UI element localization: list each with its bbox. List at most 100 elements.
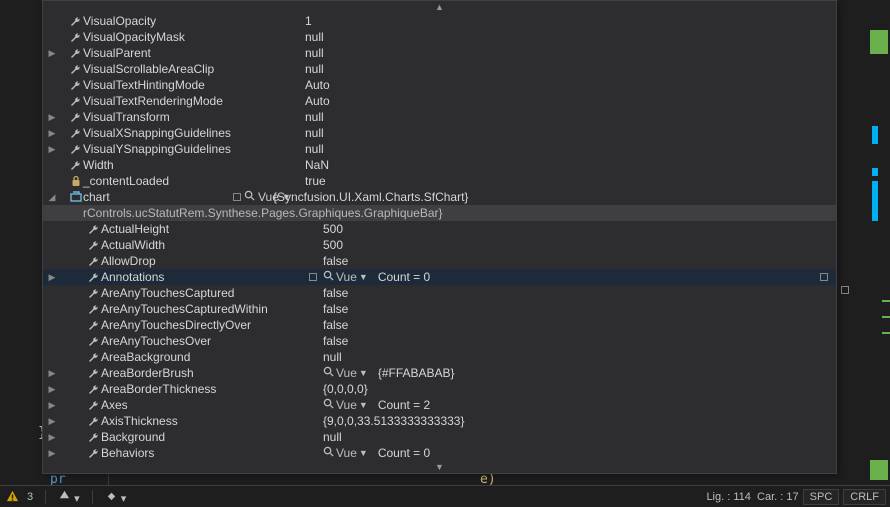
wrench-icon (87, 367, 101, 379)
property-row[interactable]: ▶Behaviors Vue ▼Count = 0 (43, 445, 836, 461)
property-row[interactable]: AllowDropfalse (43, 253, 836, 269)
gutter-mark (872, 168, 878, 176)
property-name: VisualTextRenderingMode (83, 94, 223, 108)
expander-icon[interactable]: ▶ (47, 48, 57, 59)
wrench-icon (69, 159, 83, 171)
wrench-icon (69, 111, 83, 123)
pin-icon[interactable] (309, 273, 317, 281)
wrench-icon (87, 351, 101, 363)
wrench-icon (69, 47, 83, 59)
vue-label[interactable]: Vue (336, 270, 357, 284)
overview-ruler[interactable] (868, 0, 890, 485)
expander-icon[interactable]: ▶ (47, 128, 57, 139)
line-ending-indicator[interactable]: CRLF (843, 489, 886, 505)
wrench-icon (87, 335, 101, 347)
property-value: Count = 2 (378, 398, 430, 412)
expander-icon[interactable]: ▶ (47, 384, 57, 395)
property-row[interactable]: AreAnyTouchesOverfalse (43, 333, 836, 349)
magnifier-icon[interactable] (323, 398, 334, 412)
property-row[interactable]: VisualTextHintingModeAuto (43, 77, 836, 93)
property-value: null (305, 46, 324, 60)
property-name: Annotations (101, 270, 164, 284)
wrench-icon (69, 31, 83, 43)
property-name: Axes (101, 398, 128, 412)
vue-label[interactable]: Vue (336, 366, 357, 380)
wrench-icon (87, 239, 101, 251)
dropdown-caret-icon[interactable]: ▼ (359, 448, 368, 458)
property-row-chart[interactable]: ◢ chart Vue ▼ {Syncfusion.UI.Xaml.Charts… (43, 189, 836, 205)
property-row[interactable]: ▶VisualParentnull (43, 45, 836, 61)
expander-icon[interactable]: ◢ (47, 192, 57, 203)
expander-icon[interactable]: ▶ (47, 448, 57, 459)
expander-icon[interactable]: ▶ (47, 432, 57, 443)
property-row[interactable]: ▶AreaBorderThickness{0,0,0,0} (43, 381, 836, 397)
property-name: AreAnyTouchesDirectlyOver (101, 318, 251, 332)
expand-snippet-icon[interactable] (841, 286, 849, 294)
property-row[interactable]: _contentLoadedtrue (43, 173, 836, 189)
property-name: VisualTransform (83, 110, 170, 124)
wrench-icon (69, 143, 83, 155)
property-row[interactable]: ▶VisualTransformnull (43, 109, 836, 125)
indentation-indicator[interactable]: SPC (803, 489, 840, 505)
build-tool-button[interactable]: ▾ (105, 489, 127, 505)
property-value: Auto (305, 94, 330, 108)
expander-icon[interactable]: ▶ (47, 144, 57, 155)
expander-icon[interactable]: ▶ (47, 272, 57, 283)
scroll-up-arrow[interactable]: ▲ (43, 1, 836, 13)
property-value: Count = 0 (378, 446, 430, 460)
expander-icon[interactable]: ▶ (47, 400, 57, 411)
expander-icon[interactable]: ▶ (47, 112, 57, 123)
magnifier-icon[interactable] (323, 446, 334, 460)
line-label: Lig. : (706, 491, 730, 503)
pin-icon[interactable] (233, 193, 241, 201)
separator (45, 490, 46, 504)
property-row[interactable]: ▶Annotations Vue ▼Count = 0 (43, 269, 836, 285)
separator (92, 490, 93, 504)
property-name: AllowDrop (101, 254, 156, 268)
property-row[interactable]: AreAnyTouchesDirectlyOverfalse (43, 317, 836, 333)
property-row[interactable]: ▶AreaBorderBrush Vue ▼{#FFABABAB} (43, 365, 836, 381)
line-endings-button[interactable]: ▾ (58, 489, 80, 505)
property-row[interactable]: AreaBackgroundnull (43, 349, 836, 365)
property-row[interactable]: VisualScrollableAreaClipnull (43, 61, 836, 77)
expander-icon[interactable]: ▶ (47, 368, 57, 379)
expander-icon[interactable]: ▶ (47, 416, 57, 427)
property-row[interactable]: AreAnyTouchesCapturedfalse (43, 285, 836, 301)
property-row[interactable]: ▶AxisThickness{9,0,0,33.5133333333333} (43, 413, 836, 429)
property-name: AreaBackground (101, 350, 190, 364)
magnifier-icon[interactable] (323, 270, 334, 284)
property-row[interactable]: ▶VisualXSnappingGuidelinesnull (43, 125, 836, 141)
property-row[interactable]: WidthNaN (43, 157, 836, 173)
property-row[interactable]: VisualTextRenderingMode Auto (43, 93, 836, 109)
type-path: rControls.ucStatutRem.Synthese.Pages.Gra… (83, 206, 443, 220)
scroll-down-arrow[interactable]: ▼ (43, 461, 836, 473)
property-row[interactable]: ActualHeight500 (43, 221, 836, 237)
dropdown-caret-icon[interactable]: ▼ (359, 400, 368, 410)
pin-icon[interactable] (820, 273, 828, 281)
property-name: chart (83, 190, 110, 204)
warnings-indicator[interactable] (6, 490, 19, 503)
vue-label[interactable]: Vue (336, 398, 357, 412)
property-name: Background (101, 430, 165, 444)
property-row[interactable]: VisualOpacityMasknull (43, 29, 836, 45)
property-name: VisualYSnappingGuidelines (83, 142, 231, 156)
magnifier-icon[interactable] (323, 366, 334, 380)
magnifier-icon[interactable] (244, 190, 255, 204)
wrench-icon (87, 383, 101, 395)
property-row[interactable]: ▶Backgroundnull (43, 429, 836, 445)
wrench-icon (69, 127, 83, 139)
property-name: AreaBorderBrush (101, 366, 194, 380)
property-value: null (305, 30, 324, 44)
property-name: AreaBorderThickness (101, 382, 216, 396)
property-row[interactable]: ▶ Axes Vue ▼ Count = 2 (43, 397, 836, 413)
property-row[interactable]: AreAnyTouchesCapturedWithinfalse (43, 301, 836, 317)
property-value: false (323, 302, 348, 316)
property-row[interactable]: ▶VisualYSnappingGuidelinesnull (43, 141, 836, 157)
col-label: Car. : (757, 491, 783, 503)
dropdown-caret-icon[interactable]: ▼ (359, 272, 368, 282)
property-row[interactable]: VisualOpacity1 (43, 13, 836, 29)
debugger-datatip-panel[interactable]: ▲ VisualOpacity1VisualOpacityMasknull▶Vi… (42, 0, 837, 474)
vue-label[interactable]: Vue (336, 446, 357, 460)
property-row[interactable]: ActualWidth500 (43, 237, 836, 253)
dropdown-caret-icon[interactable]: ▼ (359, 368, 368, 378)
